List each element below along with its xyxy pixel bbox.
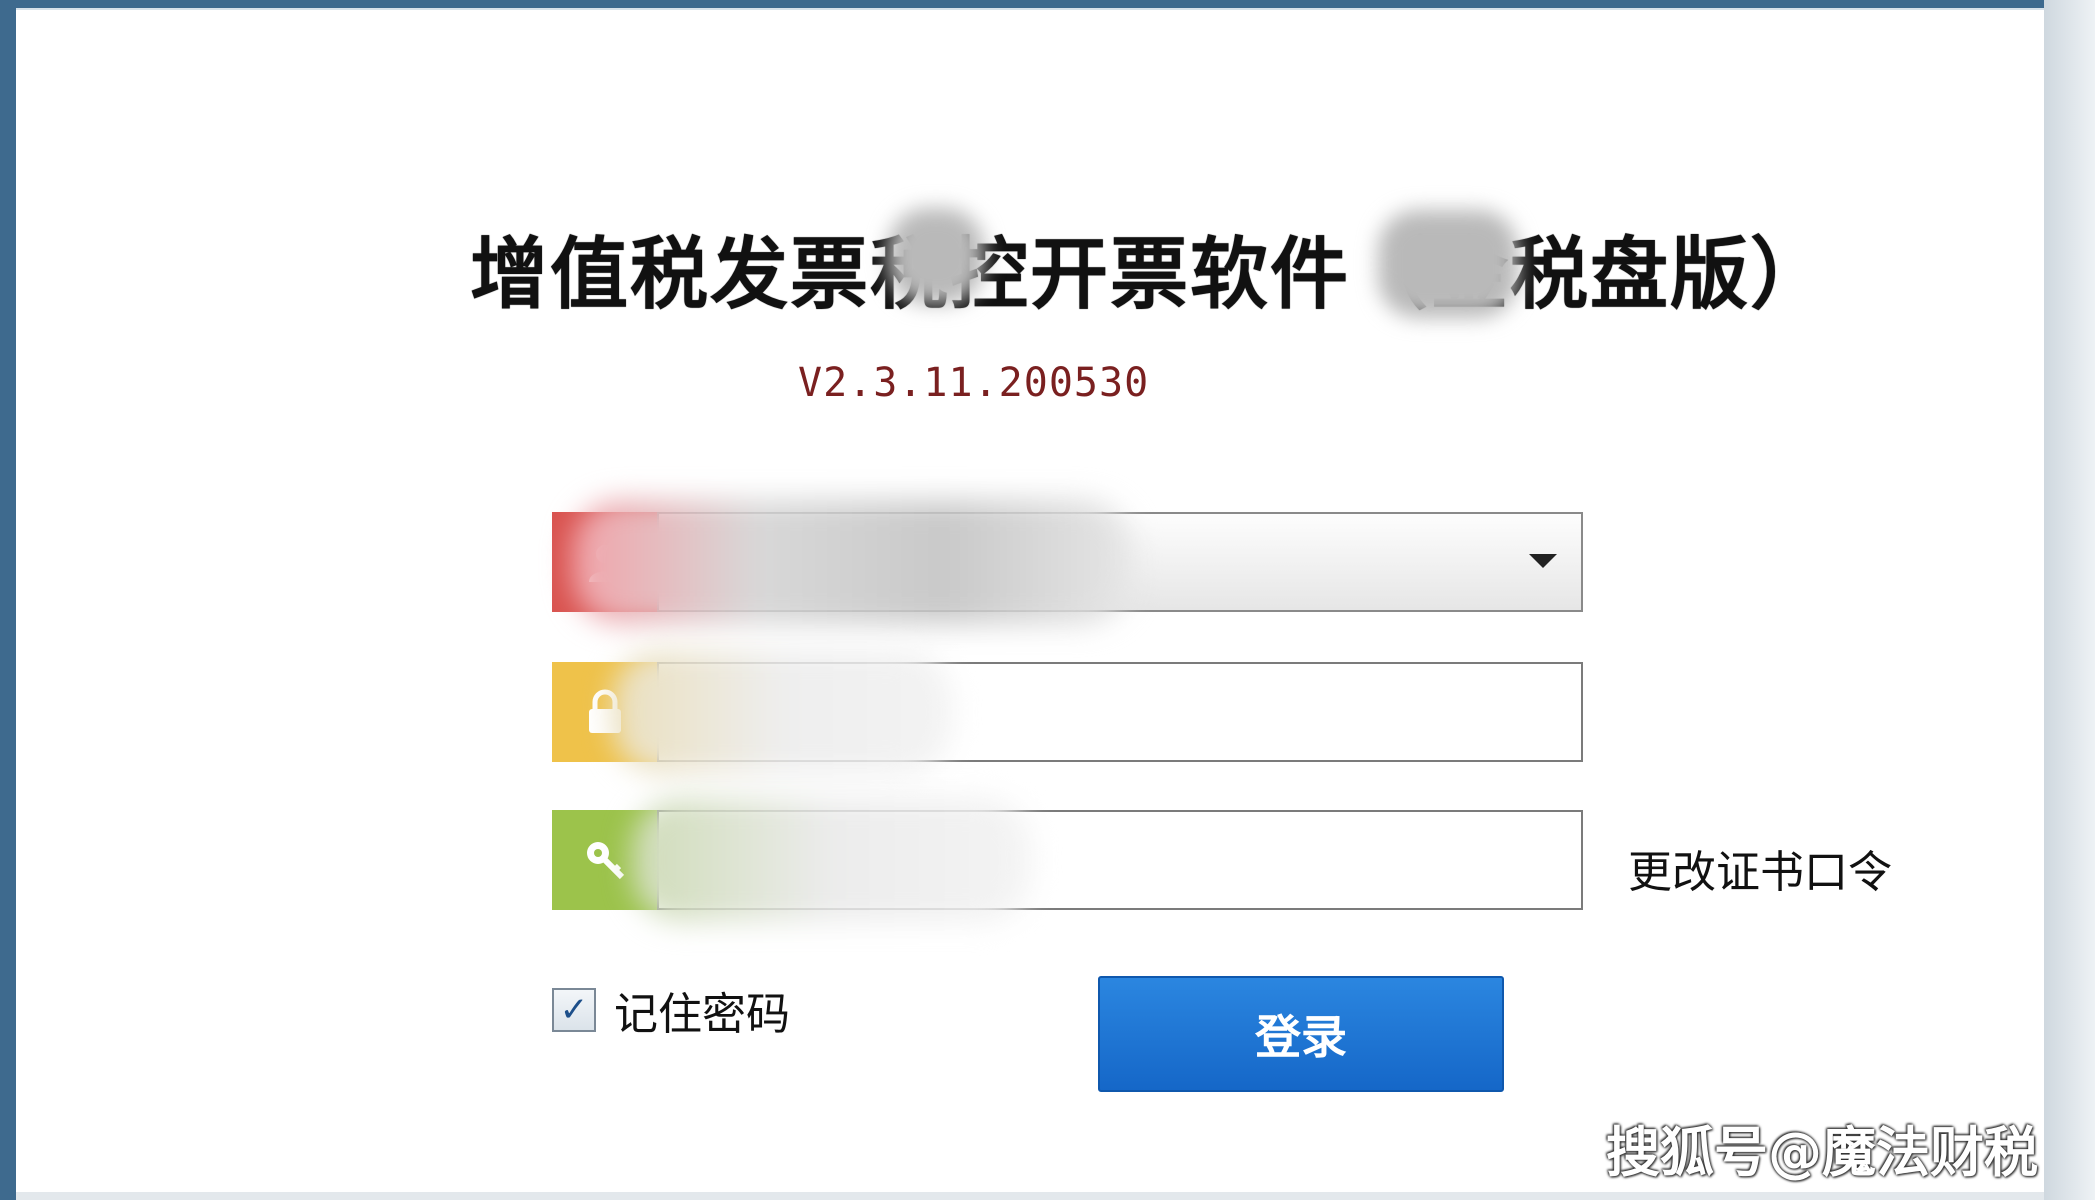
user-row bbox=[552, 500, 1583, 624]
login-button[interactable]: 登录 bbox=[1098, 976, 1504, 1092]
title-redaction-2 bbox=[1378, 210, 1518, 318]
version-label: V2.3.11.200530 bbox=[798, 360, 1150, 406]
remember-password-checkbox[interactable]: ✓ bbox=[552, 988, 596, 1032]
remember-password[interactable]: ✓ 记住密码 bbox=[552, 978, 790, 1042]
window-edge-bottom bbox=[16, 1192, 2044, 1200]
title-redaction-1 bbox=[888, 208, 984, 304]
user-redaction bbox=[572, 500, 1132, 624]
window-edge-right bbox=[2044, 0, 2095, 1200]
password-redaction bbox=[612, 650, 952, 774]
cert-password-redaction bbox=[632, 798, 1032, 922]
key-icon-glyph bbox=[586, 842, 624, 880]
chevron-down-icon[interactable] bbox=[1529, 554, 1557, 568]
cert-password-row bbox=[552, 798, 1583, 922]
watermark: 搜狐号@魔法财税 bbox=[1606, 1121, 2038, 1184]
remember-password-label: 记住密码 bbox=[614, 989, 790, 1040]
password-row bbox=[552, 650, 1583, 774]
app-title: 增值税发票税控开票软件（金税盘版） bbox=[470, 230, 1831, 320]
change-cert-password-link[interactable]: 更改证书口令 bbox=[1628, 836, 1892, 900]
